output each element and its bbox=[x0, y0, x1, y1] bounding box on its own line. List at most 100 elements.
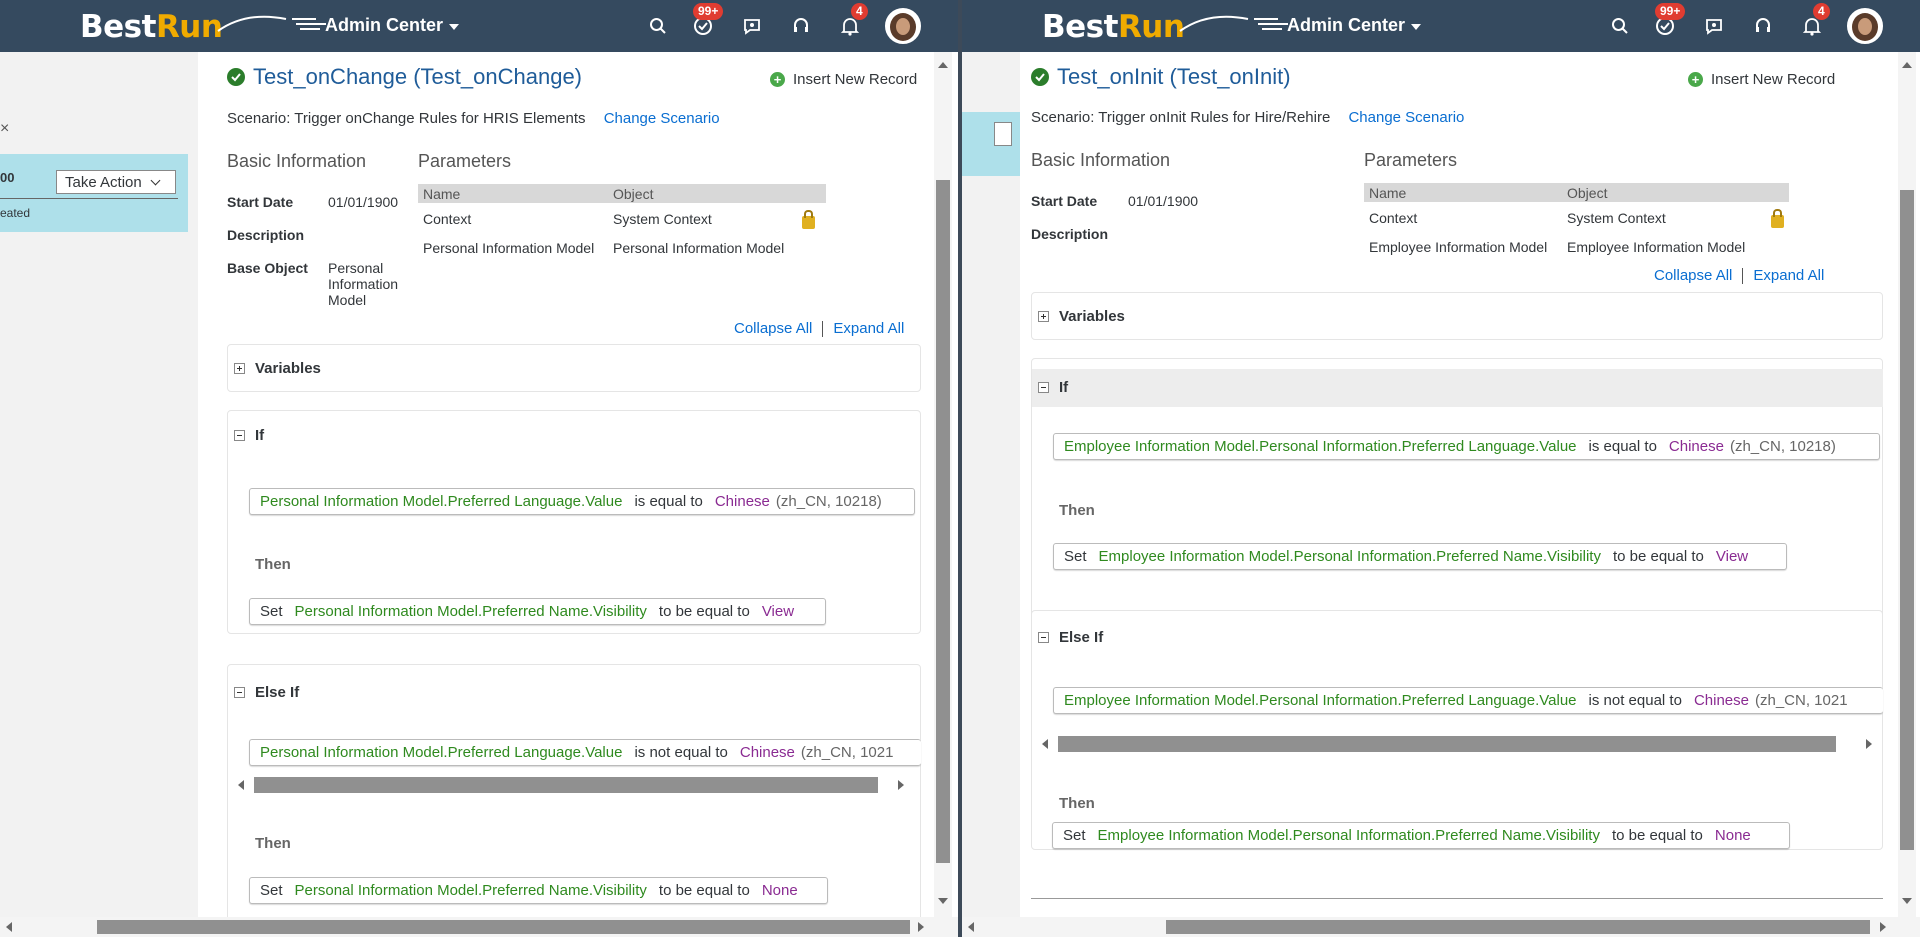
else-if-toggle[interactable]: Else If bbox=[234, 684, 299, 701]
scrollbar-thumb[interactable] bbox=[1058, 736, 1836, 752]
action-field[interactable]: Personal Information Model.Preferred Nam… bbox=[295, 603, 647, 620]
horizontal-scrollbar[interactable] bbox=[1038, 734, 1878, 754]
support-icon[interactable] bbox=[790, 15, 812, 37]
bell-icon[interactable]: 4 bbox=[839, 3, 868, 37]
else-then-action[interactable]: Set Employee Information Model.Personal … bbox=[1052, 822, 1790, 849]
action-field[interactable]: Personal Information Model.Preferred Nam… bbox=[295, 882, 647, 899]
action-operator[interactable]: to be equal to bbox=[659, 882, 750, 899]
then-action[interactable]: Set Employee Information Model.Personal … bbox=[1053, 543, 1787, 570]
condition-value[interactable]: Chinese bbox=[1694, 692, 1749, 709]
scrollbar-thumb[interactable] bbox=[1166, 920, 1870, 934]
variables-toggle[interactable]: Variables bbox=[1038, 308, 1125, 325]
insert-new-record-button[interactable]: + Insert New Record bbox=[770, 71, 917, 88]
bestrun-logo[interactable]: Best Run bbox=[80, 10, 326, 44]
parameters-table: Name Object Context System Context Perso… bbox=[418, 184, 828, 264]
vertical-scrollbar[interactable] bbox=[1898, 52, 1916, 917]
condition-operator[interactable]: is equal to bbox=[634, 493, 702, 510]
action-field[interactable]: Employee Information Model.Personal Info… bbox=[1098, 827, 1600, 844]
action-value[interactable]: None bbox=[762, 882, 798, 899]
condition-field[interactable]: Employee Information Model.Personal Info… bbox=[1064, 438, 1577, 455]
todo-icon[interactable]: 99+ bbox=[692, 3, 724, 37]
take-action-button[interactable]: Take Action bbox=[56, 170, 176, 194]
then-action[interactable]: Set Personal Information Model.Preferred… bbox=[249, 598, 826, 625]
bell-icon[interactable]: 4 bbox=[1801, 3, 1830, 37]
scroll-left-icon[interactable] bbox=[238, 780, 244, 790]
condition-operator[interactable]: is not equal to bbox=[634, 744, 727, 761]
scrollbar-thumb[interactable] bbox=[97, 920, 910, 934]
search-icon[interactable] bbox=[647, 15, 669, 37]
avatar[interactable] bbox=[885, 8, 921, 44]
logo-run-text: Run bbox=[1117, 9, 1185, 45]
action-operator[interactable]: to be equal to bbox=[659, 603, 750, 620]
horizontal-scrollbar[interactable] bbox=[234, 775, 914, 795]
action-value[interactable]: View bbox=[762, 603, 794, 620]
avatar[interactable] bbox=[1847, 8, 1883, 44]
else-then-action[interactable]: Set Personal Information Model.Preferred… bbox=[249, 877, 828, 904]
scroll-down-icon[interactable] bbox=[938, 898, 948, 904]
background-dropdown[interactable] bbox=[994, 122, 1012, 146]
bestrun-logo[interactable]: Best Run bbox=[1042, 9, 1288, 45]
scrollbar-thumb[interactable] bbox=[936, 180, 950, 863]
condition-operator[interactable]: is not equal to bbox=[1589, 692, 1682, 709]
scrollbar-thumb[interactable] bbox=[1900, 190, 1914, 850]
scroll-right-icon[interactable] bbox=[898, 780, 904, 790]
description-label: Description bbox=[227, 227, 305, 243]
search-icon[interactable] bbox=[1609, 15, 1631, 37]
chat-icon[interactable] bbox=[1703, 15, 1725, 37]
scroll-down-icon[interactable] bbox=[1902, 898, 1912, 904]
scroll-right-icon[interactable] bbox=[1880, 922, 1886, 932]
collapse-expand-controls: Collapse All Expand All bbox=[1654, 267, 1824, 284]
page-horizontal-scrollbar[interactable] bbox=[0, 917, 958, 937]
action-value[interactable]: None bbox=[1715, 827, 1751, 844]
admin-center-label: Admin Center bbox=[325, 15, 444, 35]
action-operator[interactable]: to be equal to bbox=[1613, 548, 1704, 565]
page-horizontal-scrollbar[interactable] bbox=[962, 917, 1920, 937]
variables-section: Variables bbox=[1031, 292, 1883, 340]
else-if-toggle[interactable]: Else If bbox=[1038, 629, 1103, 646]
scroll-left-icon[interactable] bbox=[968, 922, 974, 932]
admin-center-menu[interactable]: Admin Center bbox=[1287, 15, 1422, 36]
column-header-name: Name bbox=[423, 186, 461, 202]
if-condition[interactable]: Employee Information Model.Personal Info… bbox=[1053, 433, 1880, 460]
if-toggle[interactable]: If bbox=[234, 427, 264, 444]
base-object-line: Personal bbox=[328, 260, 384, 276]
support-icon[interactable] bbox=[1752, 15, 1774, 37]
scroll-up-icon[interactable] bbox=[938, 62, 948, 68]
basic-information-heading: Basic Information bbox=[1031, 150, 1171, 170]
else-if-condition[interactable]: Employee Information Model.Personal Info… bbox=[1053, 687, 1883, 714]
if-toggle[interactable]: If bbox=[1038, 379, 1068, 396]
insert-new-record-button[interactable]: + Insert New Record bbox=[1688, 71, 1835, 88]
action-field[interactable]: Employee Information Model.Personal Info… bbox=[1099, 548, 1601, 565]
scroll-right-icon[interactable] bbox=[918, 922, 924, 932]
chat-icon[interactable] bbox=[741, 15, 763, 37]
vertical-scrollbar[interactable] bbox=[934, 52, 952, 917]
scroll-up-icon[interactable] bbox=[1902, 62, 1912, 68]
variables-toggle[interactable]: Variables bbox=[234, 360, 321, 377]
scroll-left-icon[interactable] bbox=[1042, 739, 1048, 749]
close-icon[interactable]: × bbox=[0, 120, 9, 138]
collapse-all-link[interactable]: Collapse All bbox=[1654, 267, 1732, 284]
condition-field[interactable]: Personal Information Model.Preferred Lan… bbox=[260, 493, 622, 510]
expand-icon bbox=[1038, 311, 1049, 322]
if-condition[interactable]: Personal Information Model.Preferred Lan… bbox=[249, 488, 915, 515]
condition-value[interactable]: Chinese bbox=[1669, 438, 1724, 455]
action-value[interactable]: View bbox=[1716, 548, 1748, 565]
expand-all-link[interactable]: Expand All bbox=[833, 320, 904, 337]
action-operator[interactable]: to be equal to bbox=[1612, 827, 1703, 844]
condition-field[interactable]: Employee Information Model.Personal Info… bbox=[1064, 692, 1577, 709]
collapse-all-link[interactable]: Collapse All bbox=[734, 320, 812, 337]
scroll-left-icon[interactable] bbox=[6, 922, 12, 932]
todo-icon[interactable]: 99+ bbox=[1654, 3, 1686, 37]
rule-title-text: Test_onInit (Test_onInit) bbox=[1057, 64, 1291, 89]
admin-center-menu[interactable]: Admin Center bbox=[325, 15, 460, 36]
change-scenario-link[interactable]: Change Scenario bbox=[604, 110, 720, 127]
condition-value[interactable]: Chinese bbox=[740, 744, 795, 761]
change-scenario-link[interactable]: Change Scenario bbox=[1348, 109, 1464, 126]
condition-field[interactable]: Personal Information Model.Preferred Lan… bbox=[260, 744, 622, 761]
expand-all-link[interactable]: Expand All bbox=[1753, 267, 1824, 284]
scrollbar-thumb[interactable] bbox=[254, 777, 878, 793]
condition-operator[interactable]: is equal to bbox=[1589, 438, 1657, 455]
scroll-right-icon[interactable] bbox=[1866, 739, 1872, 749]
else-if-condition[interactable]: Personal Information Model.Preferred Lan… bbox=[249, 739, 921, 766]
condition-value[interactable]: Chinese bbox=[715, 493, 770, 510]
